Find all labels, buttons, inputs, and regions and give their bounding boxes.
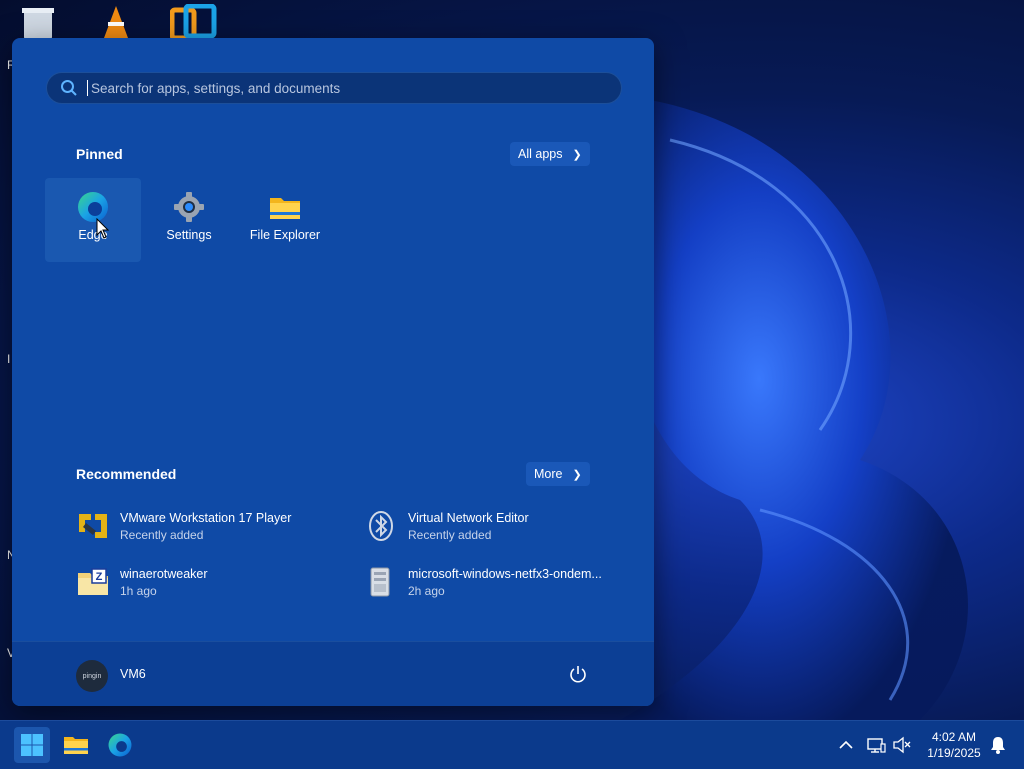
all-apps-button[interactable]: All apps ❯: [510, 142, 590, 166]
recommended-item-vmware[interactable]: VMware Workstation 17 Player Recently ad…: [76, 506, 346, 546]
desktop-label-fragment: I: [7, 352, 11, 366]
all-apps-label: All apps: [518, 147, 563, 161]
recycle-bin-icon[interactable]: [20, 6, 60, 42]
clock-date: 1/19/2025: [927, 746, 981, 760]
chevron-right-icon: ❯: [572, 468, 582, 481]
notification-bell-icon[interactable]: [988, 735, 1008, 755]
clock-time: 4:02 AM: [931, 730, 977, 744]
vmware-desktop-icon[interactable]: [169, 3, 217, 41]
file-explorer-icon: [270, 198, 300, 219]
windows-logo-icon: [21, 734, 43, 756]
pinned-title: Pinned: [76, 146, 123, 162]
search-box[interactable]: [46, 72, 622, 104]
mouse-cursor: [96, 218, 110, 239]
more-label: More: [534, 467, 563, 481]
volume-muted-icon[interactable]: [892, 735, 912, 755]
pinned-app-label: Settings: [166, 228, 212, 242]
chevron-right-icon: ❯: [572, 148, 582, 161]
recommended-item-name: microsoft-windows-netfx3-ondem...: [408, 566, 602, 581]
recommended-item-detail: Recently added: [408, 527, 492, 542]
recommended-item-virtual-network-editor[interactable]: Virtual Network Editor Recently added: [364, 506, 634, 546]
vlc-icon[interactable]: [98, 4, 138, 40]
pinned-app-label: File Explorer: [249, 228, 321, 242]
network-icon[interactable]: [866, 735, 886, 755]
recommended-item-name: Virtual Network Editor: [408, 510, 529, 525]
package-icon: [370, 567, 390, 597]
recommended-item-detail: Recently added: [120, 527, 204, 542]
edge-icon: [108, 733, 132, 757]
start-button[interactable]: [14, 727, 50, 763]
power-icon[interactable]: [568, 664, 588, 684]
recommended-item-winaerotweaker[interactable]: Z winaerotweaker 1h ago: [76, 562, 346, 602]
avatar[interactable]: pingin: [76, 660, 108, 692]
recommended-item-detail: 2h ago: [408, 583, 445, 598]
chevron-up-icon[interactable]: [836, 735, 856, 755]
zip-folder-icon: Z: [78, 568, 108, 595]
pinned-app-file-explorer[interactable]: File Explorer: [237, 178, 333, 262]
taskbar: 4:02 AM 1/19/2025: [0, 720, 1024, 769]
file-explorer-icon: [64, 737, 88, 754]
recommended-item-detail: 1h ago: [120, 583, 157, 598]
search-input[interactable]: [89, 79, 593, 97]
avatar-text: pingin: [82, 672, 102, 680]
recommended-item-name: winaerotweaker: [120, 566, 208, 581]
recommended-title: Recommended: [76, 466, 177, 482]
recommended-item-name: VMware Workstation 17 Player: [120, 510, 292, 525]
vmware-icon: [79, 514, 107, 538]
pinned-app-settings[interactable]: Settings: [141, 178, 237, 262]
more-button[interactable]: More ❯: [526, 462, 590, 486]
start-menu-footer: pingin VM6: [12, 641, 654, 706]
bluetooth-network-icon: [369, 511, 393, 541]
start-menu: Pinned All apps ❯ Edge Settings: [12, 38, 654, 706]
settings-icon: [174, 192, 204, 222]
search-icon: [61, 80, 77, 96]
taskbar-edge[interactable]: [102, 727, 138, 763]
text-caret: [87, 80, 88, 96]
recommended-item-netfx3[interactable]: microsoft-windows-netfx3-ondem... 2h ago: [364, 562, 634, 602]
pinned-app-edge[interactable]: Edge: [45, 178, 141, 262]
taskbar-file-explorer[interactable]: [58, 727, 94, 763]
user-name[interactable]: VM6: [120, 667, 146, 681]
svg-text:Z: Z: [96, 571, 103, 583]
clock[interactable]: 4:02 AM 1/19/2025: [922, 729, 986, 761]
